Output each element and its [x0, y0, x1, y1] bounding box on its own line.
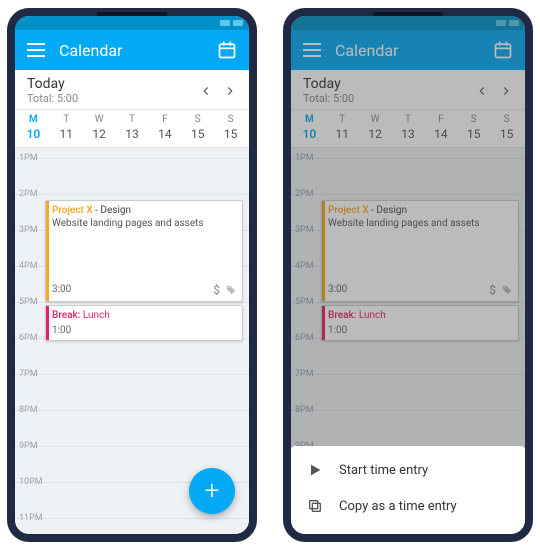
hour-label: 10PM [19, 477, 43, 487]
hour-label: 9PM [19, 441, 38, 451]
week-day[interactable]: S15 [214, 114, 247, 141]
hour-label: 1PM [19, 153, 38, 163]
time-entry-projectx[interactable]: Project X - DesignWebsite landing pages … [45, 200, 243, 302]
week-day[interactable]: M10 [17, 114, 50, 141]
hour-label: 2PM [19, 189, 38, 199]
phone-screen-left: Calendar Today Total: 5:00 M10T11W12T13F… [15, 16, 249, 534]
day-nav [199, 84, 237, 98]
hour-label: 7PM [19, 369, 38, 379]
chevron-left-icon[interactable] [199, 84, 213, 98]
tag-icon [226, 285, 236, 295]
week-strip-left[interactable]: M10T11W12T13F14S15S15 [15, 110, 249, 148]
hour-label: 8PM [19, 405, 38, 415]
day-header: Today Total: 5:00 [15, 70, 249, 110]
hour-label: 6PM [19, 333, 38, 343]
sheet-start-label: Start time entry [339, 463, 428, 478]
calendar-icon[interactable] [217, 40, 237, 60]
phone-frame-right: Calendar Today Total: 5:00 M10T11W12T13F… [283, 8, 533, 542]
hour-label: 11PM [19, 513, 43, 523]
menu-icon[interactable] [27, 43, 45, 57]
phone-frame-left: Calendar Today Total: 5:00 M10T11W12T13F… [7, 8, 257, 542]
hour-label: 3PM [19, 225, 38, 235]
status-bar [15, 16, 249, 30]
phone-screen-right: Calendar Today Total: 5:00 M10T11W12T13F… [291, 16, 525, 534]
sheet-copy-label: Copy as a time entry [339, 499, 457, 514]
sheet-start-time-entry[interactable]: Start time entry [291, 452, 525, 488]
week-day[interactable]: F14 [148, 114, 181, 141]
copy-icon [307, 498, 323, 514]
hour-label: 5PM [19, 297, 38, 307]
app-bar: Calendar [15, 30, 249, 70]
appbar-title: Calendar [59, 41, 122, 60]
sheet-copy-time-entry[interactable]: Copy as a time entry [291, 488, 525, 524]
week-day[interactable]: S15 [181, 114, 214, 141]
week-day[interactable]: T13 [116, 114, 149, 141]
day-total: Total: 5:00 [27, 92, 78, 105]
action-sheet: Start time entry Copy as a time entry [291, 446, 525, 534]
play-icon [307, 462, 323, 478]
week-day[interactable]: T11 [50, 114, 83, 141]
day-title: Today [27, 76, 78, 92]
time-entry-break[interactable]: Break: Lunch1:00 [45, 305, 243, 341]
hour-label: 4PM [19, 261, 38, 271]
chevron-right-icon[interactable] [223, 84, 237, 98]
week-day[interactable]: W12 [83, 114, 116, 141]
fab-add[interactable]: + [189, 468, 235, 514]
